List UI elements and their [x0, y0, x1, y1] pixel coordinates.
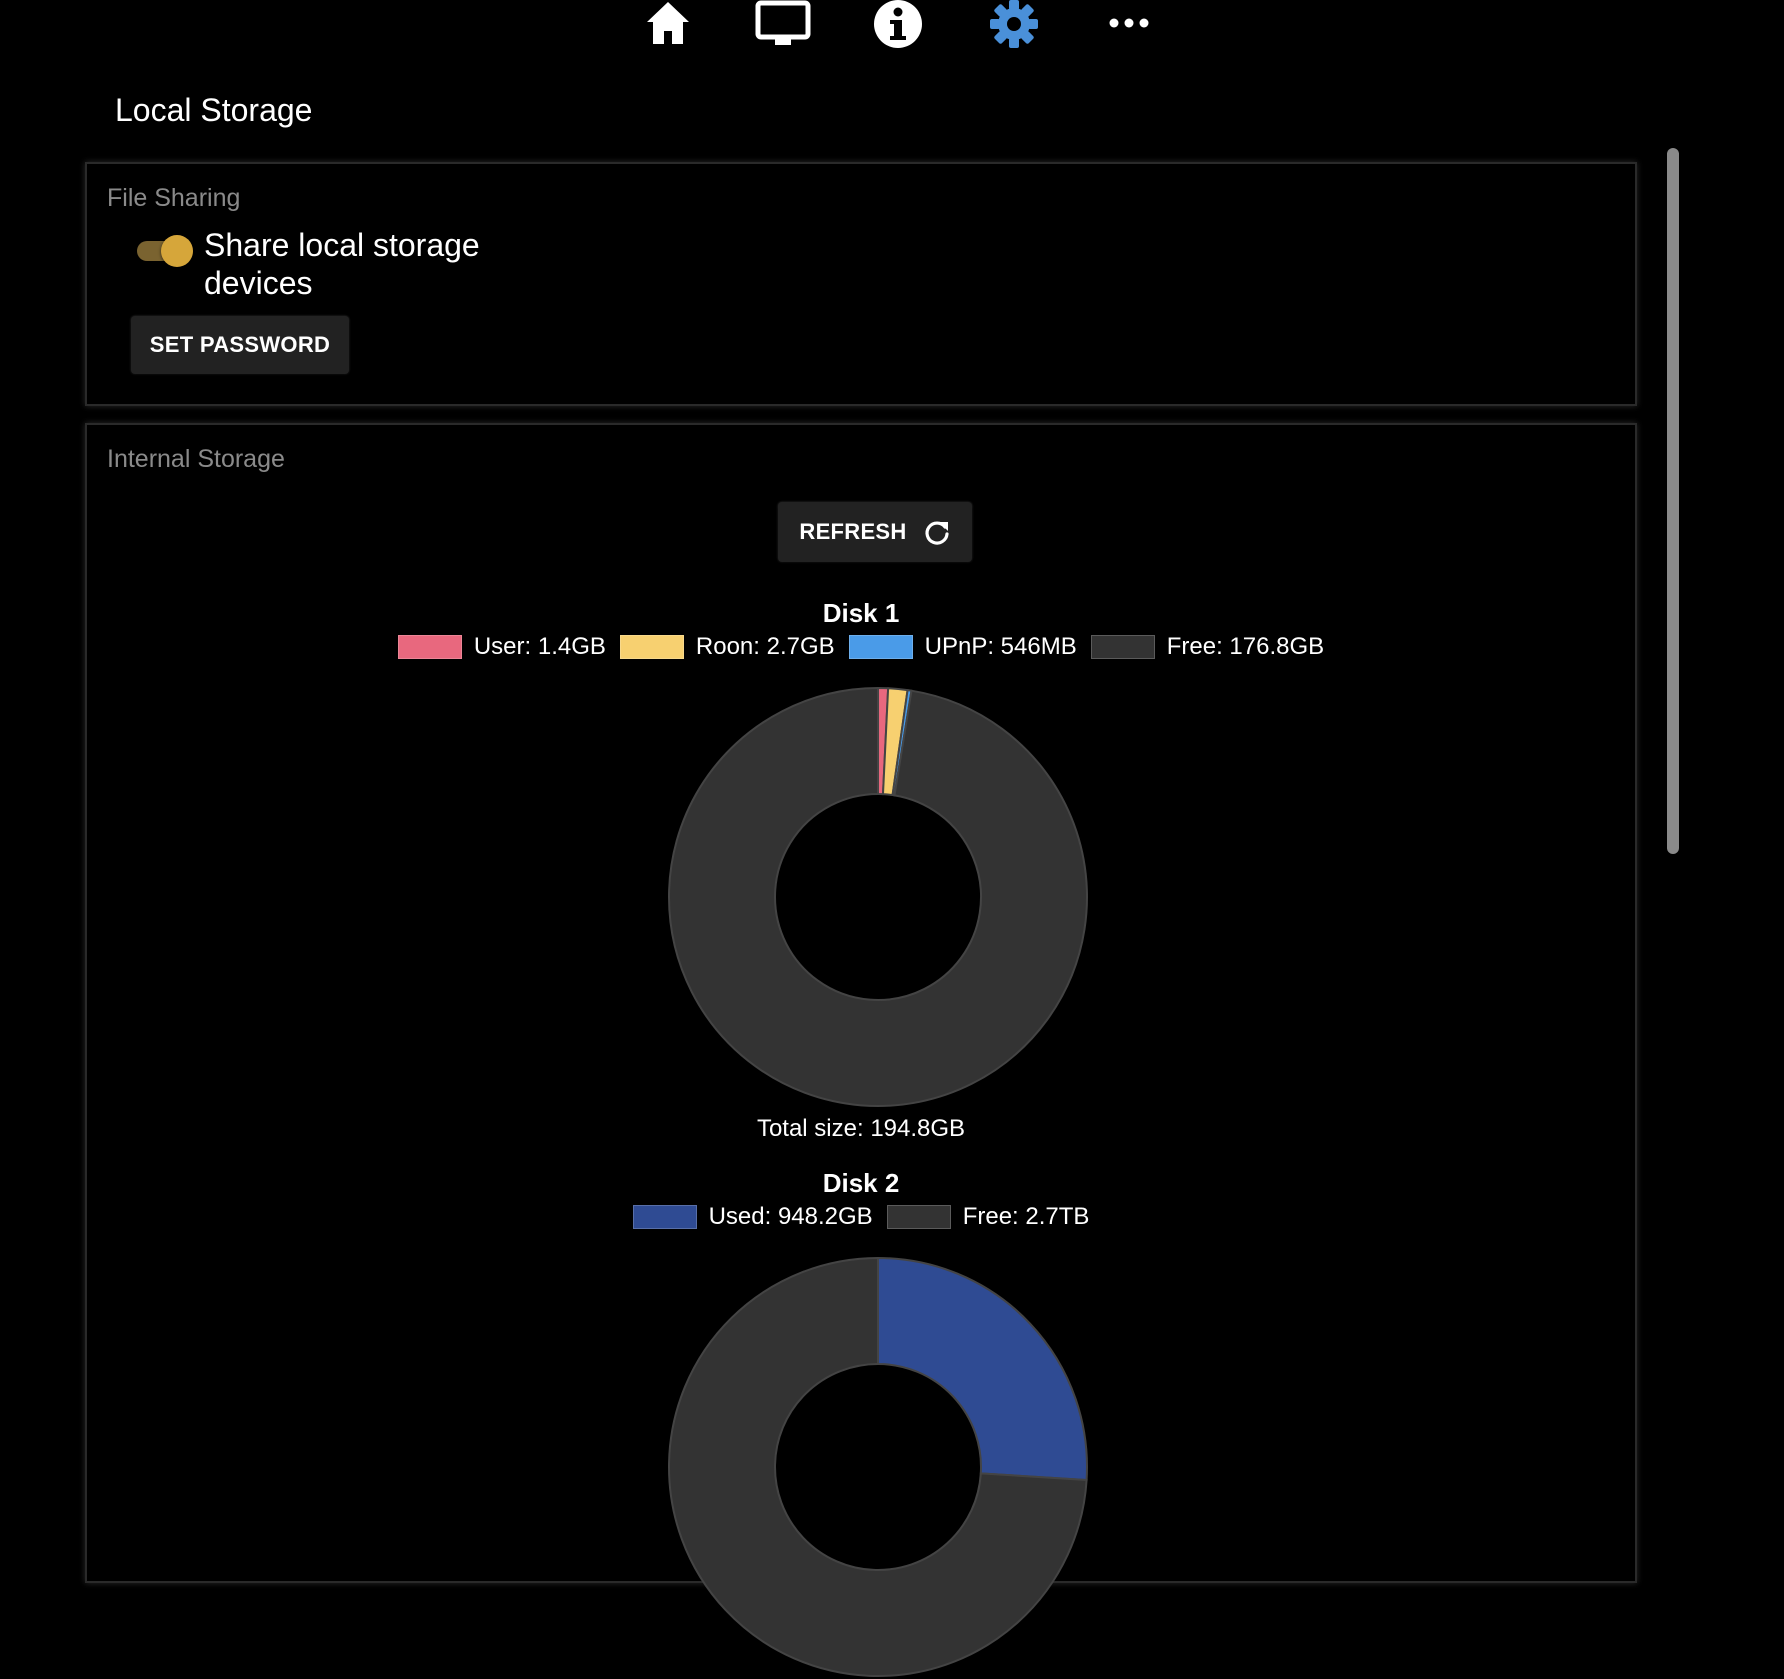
home-icon[interactable]: [638, 0, 698, 50]
gear-icon[interactable]: [984, 0, 1044, 50]
scrollbar[interactable]: [1667, 148, 1679, 854]
legend-label-upnp: UPnP: 546MB: [924, 633, 1077, 660]
file-sharing-card: File Sharing Share local storage devices…: [85, 162, 1637, 406]
share-storage-toggle[interactable]: [135, 232, 195, 268]
set-password-button[interactable]: SET PASSWORD: [131, 316, 349, 374]
info-icon[interactable]: [868, 0, 928, 50]
internal-storage-card: Internal Storage REFRESH Disk 1 User: 1.…: [85, 423, 1637, 1677]
legend-item-used[interactable]: Used: 948.2GB: [632, 1203, 873, 1231]
refresh-label: REFRESH: [799, 519, 907, 544]
legend-label-free-2: Free: 2.7TB: [962, 1203, 1090, 1230]
disk-2-donut-chart: [668, 1256, 1088, 1677]
legend-swatch-roon: [619, 635, 684, 659]
legend-swatch-free: [1090, 635, 1155, 659]
disk-2-legend: Used: 948.2GB Free: 2.7TB: [87, 1203, 1635, 1231]
legend-item-upnp[interactable]: UPnP: 546MB: [848, 633, 1077, 661]
legend-item-free[interactable]: Free: 176.8GB: [1090, 633, 1325, 661]
file-sharing-label: File Sharing: [107, 184, 241, 212]
legend-swatch-user: [397, 635, 462, 659]
legend-swatch-free-2: [886, 1205, 951, 1229]
disk-1-total-size: Total size: 194.8GB: [756, 1115, 966, 1142]
legend-label-free: Free: 176.8GB: [1166, 633, 1325, 660]
legend-item-user[interactable]: User: 1.4GB: [397, 633, 606, 661]
page-title: Local Storage: [115, 92, 313, 128]
legend-label-user: User: 1.4GB: [473, 633, 606, 660]
toggle-thumb: [161, 235, 193, 267]
disk-1-title: Disk 1: [822, 598, 900, 628]
disk-2-title: Disk 2: [822, 1168, 900, 1198]
legend-label-used: Used: 948.2GB: [708, 1203, 873, 1230]
monitor-icon[interactable]: [753, 0, 813, 50]
refresh-icon: [923, 518, 951, 546]
legend-swatch-upnp: [848, 635, 913, 659]
slice-disk-2-used[interactable]: [877, 1256, 1088, 1482]
slice-disk-1-free[interactable]: [668, 686, 1088, 1107]
refresh-button[interactable]: REFRESH: [778, 502, 972, 562]
top-nav: [0, 0, 1784, 60]
legend-label-roon: Roon: 2.7GB: [695, 633, 835, 660]
disk-1-donut-chart: [668, 686, 1088, 1107]
internal-storage-label: Internal Storage: [107, 445, 285, 473]
disk-1-legend: User: 1.4GB Roon: 2.7GB UPnP: 546MB Free…: [87, 633, 1635, 661]
legend-item-free-2[interactable]: Free: 2.7TB: [886, 1203, 1090, 1231]
share-storage-label: Share local storage devices: [204, 227, 480, 301]
legend-swatch-used: [632, 1205, 697, 1229]
more-icon[interactable]: [1099, 0, 1159, 50]
legend-item-roon[interactable]: Roon: 2.7GB: [619, 633, 835, 661]
